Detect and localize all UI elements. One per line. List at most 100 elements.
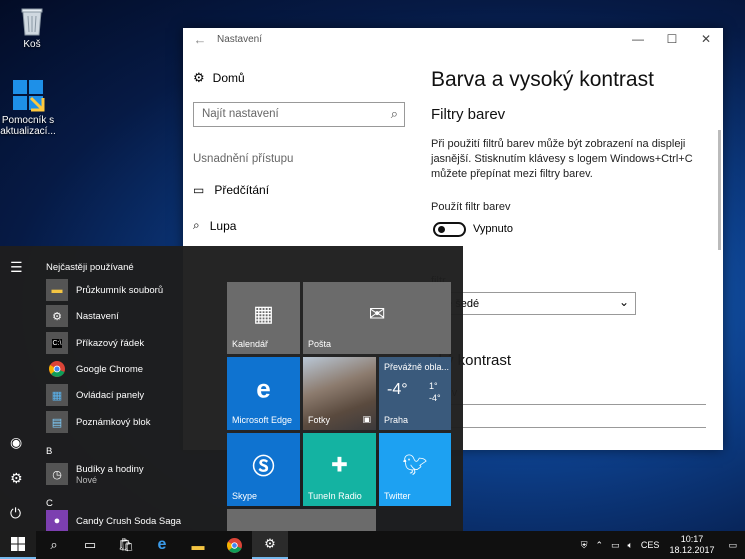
volume-icon[interactable]: 🔈︎ xyxy=(624,540,637,551)
start-rail: ☰ ◉ ⚙ ⏻ xyxy=(0,246,36,531)
tile-calendar[interactable]: ▦ Kalendář xyxy=(227,282,300,354)
most-used-header: Nejčastěji používané xyxy=(46,262,134,273)
back-arrow-icon[interactable]: ← xyxy=(183,32,217,47)
maximize-button[interactable]: ☐ xyxy=(655,32,689,46)
section-letter-c[interactable]: C xyxy=(46,498,53,509)
windows-update-assistant-icon xyxy=(11,78,45,112)
hamburger-menu-icon[interactable]: ☰ xyxy=(10,259,23,276)
tile-partial[interactable] xyxy=(227,509,376,531)
magnifier-icon: ⌕ xyxy=(193,218,200,232)
windows-logo-icon xyxy=(11,537,25,551)
app-list: Nejčastěji používané ▬ Průzkumník soubor… xyxy=(36,246,220,531)
weather-high: 1° xyxy=(429,381,438,391)
edge-icon[interactable]: e xyxy=(144,531,180,559)
tile-label: TuneIn Radio xyxy=(308,491,362,501)
desktop-icon-update-assistant[interactable]: Pomocník s aktualizací... xyxy=(0,78,60,137)
gear-icon[interactable]: ⚙ xyxy=(10,470,23,487)
app-cmd[interactable]: C:\ Příkazový řádek xyxy=(46,332,216,354)
tile-label: Pošta xyxy=(308,339,332,349)
search-input[interactable]: Najít nastavení ⌕ xyxy=(193,102,405,127)
weather-low: -4° xyxy=(429,393,441,403)
search-icon[interactable]: ⌕ xyxy=(36,531,72,559)
tile-tunein[interactable]: ✚ TuneIn Radio xyxy=(303,433,376,506)
windows-defender-icon[interactable]: ⛨ xyxy=(577,540,592,551)
network-icon[interactable]: ▭ xyxy=(607,540,624,551)
nav-item-lupa[interactable]: ⌕ Lupa xyxy=(193,218,236,233)
chevron-up-icon[interactable]: ⌃ xyxy=(591,540,607,551)
chevron-down-icon: ⌄ xyxy=(618,295,629,309)
tile-label: Microsoft Edge xyxy=(232,415,293,425)
tile-weather[interactable]: Převážně obla... -4° 1° -4° Praha xyxy=(379,357,451,430)
user-account-icon[interactable]: ◉ xyxy=(10,434,22,451)
candy-icon: ● xyxy=(46,510,68,531)
language-indicator[interactable]: CES xyxy=(637,540,664,550)
power-icon[interactable]: ⏻ xyxy=(10,505,21,522)
nav-home-label: Domů xyxy=(212,71,245,85)
tile-label: Praha xyxy=(384,415,409,425)
app-candy-crush[interactable]: ● Candy Crush Soda Saga xyxy=(46,510,216,531)
app-file-explorer[interactable]: ▬ Průzkumník souborů xyxy=(46,279,216,301)
close-button[interactable]: ✕ xyxy=(689,32,723,46)
weather-condition: Převážně obla... xyxy=(384,362,450,372)
app-label: Candy Crush Soda Saga xyxy=(76,515,182,527)
tile-edge[interactable]: e Microsoft Edge xyxy=(227,357,300,430)
app-new-badge: Nové xyxy=(76,474,98,485)
tile-label: Skype xyxy=(232,491,258,501)
app-settings[interactable]: ⚙ Nastavení xyxy=(46,305,216,327)
clock-icon: ◷ xyxy=(46,463,68,485)
app-label: Budíky a hodiny xyxy=(76,463,144,475)
mail-icon: ✉ xyxy=(368,303,386,326)
nav-item-label: Lupa xyxy=(209,218,237,233)
recycle-bin-icon xyxy=(19,6,45,36)
taskbar: ⌕ ▭ 🛍︎ e ▬ ⚙ ⛨ ⌃ ▭ 🔈︎ CES 10:17 18.12.20… xyxy=(0,531,745,559)
settings-taskbar-icon[interactable]: ⚙ xyxy=(252,531,288,559)
nav-item-label: Předčítání xyxy=(214,183,270,197)
cmd-icon: C:\ xyxy=(46,332,68,354)
store-icon[interactable]: 🛍︎ xyxy=(108,531,144,559)
app-alarms[interactable]: ◷ Budíky a hodiny Nové xyxy=(46,460,216,488)
title-bar: ← Nastavení — ☐ ✕ xyxy=(183,28,723,50)
chrome-icon xyxy=(46,358,68,380)
control-panel-icon: ▦ xyxy=(46,384,68,406)
tile-mail[interactable]: ✉ Pošta xyxy=(303,282,451,354)
app-label-wrap: Budíky a hodiny Nové xyxy=(76,464,144,485)
file-explorer-icon[interactable]: ▬ xyxy=(180,531,216,559)
task-view-icon[interactable]: ▭ xyxy=(72,531,108,559)
toggle-state: Vypnuto xyxy=(473,223,513,235)
app-notepad[interactable]: ▤ Poznámkový blok xyxy=(46,411,216,433)
tunein-icon: ✚ xyxy=(331,454,348,477)
page-title: Barva a vysoký kontrast xyxy=(431,68,654,91)
twitter-icon: 🐦︎ xyxy=(402,454,428,477)
toggle-knob xyxy=(438,226,445,233)
gear-icon: ⚙ xyxy=(193,70,205,85)
tile-photos[interactable]: Fotky ▣ xyxy=(303,357,376,430)
start-button[interactable] xyxy=(0,531,36,559)
search-placeholder: Najít nastavení xyxy=(202,108,279,120)
skype-icon: Ⓢ xyxy=(252,454,275,480)
clock[interactable]: 10:17 18.12.2017 xyxy=(663,534,720,556)
calendar-icon: ▦ xyxy=(253,300,274,326)
tile-label: Fotky xyxy=(308,415,331,425)
weather-temp: -4° xyxy=(387,381,408,398)
gear-icon: ⚙ xyxy=(46,305,68,327)
desktop-icon-recycle-bin[interactable]: Koš xyxy=(0,6,64,50)
scrollbar[interactable] xyxy=(718,130,721,250)
action-center-icon[interactable]: ▭ xyxy=(720,540,745,551)
app-control-panel[interactable]: ▦ Ovládací panely xyxy=(46,384,216,406)
color-filter-toggle[interactable] xyxy=(433,222,466,237)
chrome-icon[interactable] xyxy=(216,531,252,559)
tile-skype[interactable]: Ⓢ Skype xyxy=(227,433,300,506)
start-menu: ☰ ◉ ⚙ ⏻ Nejčastěji používané ▬ Průzkumní… xyxy=(0,246,463,531)
app-chrome[interactable]: Google Chrome xyxy=(46,358,216,380)
app-label: Ovládací panely xyxy=(76,389,145,401)
system-tray: ⛨ ⌃ ▭ 🔈︎ CES 10:17 18.12.2017 ▭ xyxy=(577,531,745,559)
section-letter-b[interactable]: B xyxy=(46,446,52,457)
nav-item-predcitani[interactable]: ▭ Předčítání xyxy=(193,183,269,197)
tile-twitter[interactable]: 🐦︎ Twitter xyxy=(379,433,451,506)
nav-home[interactable]: ⚙ Domů xyxy=(193,70,245,86)
minimize-button[interactable]: — xyxy=(621,32,655,46)
folder-icon: ▬ xyxy=(46,279,68,301)
app-label: Průzkumník souborů xyxy=(76,284,164,296)
filters-description: Při použití filtrů barev může být zobraz… xyxy=(431,138,693,180)
desktop-icon-label: Koš xyxy=(23,39,41,50)
